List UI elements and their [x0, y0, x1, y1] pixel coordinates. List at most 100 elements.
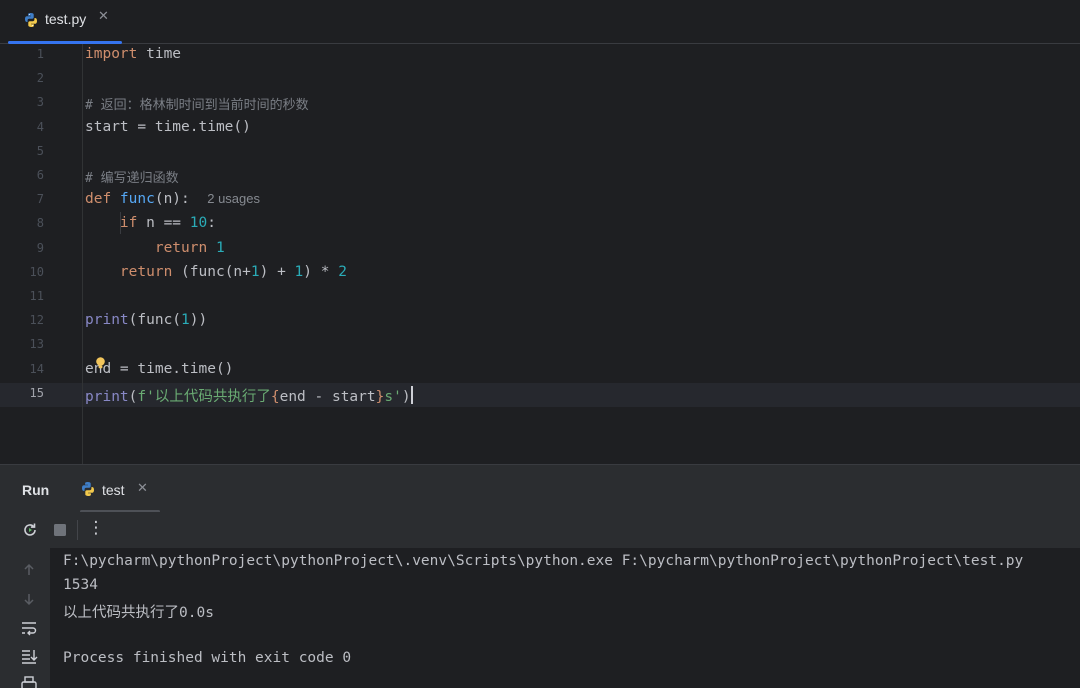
- code-line[interactable]: 11: [0, 286, 1080, 310]
- console-line: Process finished with exit code 0: [63, 649, 352, 666]
- line-number: 1: [36, 47, 44, 61]
- code-line[interactable]: 6 # 编写递归函数: [0, 165, 1080, 189]
- console-line: 1534: [63, 577, 98, 594]
- line-number: 2: [36, 71, 44, 86]
- code-line[interactable]: 14 end = time.time(): [0, 359, 1080, 383]
- toolbar-separator: [77, 520, 78, 540]
- code-token: n ==: [137, 215, 190, 232]
- gutter-divider: [82, 44, 83, 464]
- stop-icon[interactable]: [50, 520, 70, 540]
- line-number: 7: [36, 192, 44, 207]
- editor-tab-test-py[interactable]: test.py ✕: [8, 0, 122, 44]
- code-line[interactable]: 10 return (func(n+1) + 1) * 2: [0, 262, 1080, 286]
- line-number: 14: [29, 361, 44, 376]
- code-token: func: [119, 191, 155, 208]
- code-token: (n):: [154, 191, 208, 208]
- code-token: 1: [250, 263, 260, 280]
- code-token: 1: [215, 239, 225, 256]
- code-text: # 编写递归函数: [85, 167, 179, 186]
- python-file-icon: [82, 482, 94, 496]
- code-token: (func(n+: [172, 263, 251, 280]
- code-token: end - start: [279, 388, 376, 405]
- code-token: time: [137, 46, 182, 62]
- code-token: end = time.time(): [85, 360, 234, 377]
- code-token: ): [401, 388, 411, 405]
- rerun-icon[interactable]: [20, 520, 40, 540]
- scroll-up-icon[interactable]: [19, 560, 39, 580]
- console-line: F:\pycharm\pythonProject\pythonProject\.…: [63, 553, 1024, 569]
- code-line[interactable]: 9 return 1: [0, 238, 1080, 262]
- code-text: start = time.time(): [85, 119, 251, 135]
- usages-hint[interactable]: 2 usages: [207, 191, 260, 206]
- line-number: 9: [36, 240, 44, 255]
- code-token: # 返回：格林制时间到当前时间的秒数: [85, 98, 309, 114]
- code-text: if n == 10:: [85, 215, 216, 231]
- code-token: 1: [181, 312, 190, 329]
- code-text: def func(n): 2 usages: [85, 191, 260, 207]
- soft-wrap-icon[interactable]: [19, 618, 39, 638]
- code-token: print: [85, 388, 129, 405]
- code-line[interactable]: 1 import time: [0, 44, 1080, 68]
- close-icon[interactable]: ✕: [98, 9, 109, 24]
- editor-tab-label: test.py: [45, 11, 87, 27]
- run-tab-label: test: [102, 482, 125, 498]
- code-token: 10: [189, 215, 208, 232]
- line-number: 11: [29, 289, 44, 303]
- line-number: 15: [29, 385, 44, 400]
- python-file-icon: [25, 13, 37, 27]
- line-number: 5: [36, 143, 44, 158]
- code-token: return: [154, 239, 208, 256]
- code-token: {: [270, 388, 280, 405]
- code-text: return 1: [85, 240, 225, 256]
- code-token: print: [85, 312, 129, 329]
- run-title: Run: [22, 482, 50, 498]
- code-token: :: [207, 215, 216, 232]
- code-token: import: [85, 46, 138, 62]
- line-number: 3: [36, 95, 44, 110]
- console-line: 以上代码共执行了0.0s: [63, 605, 214, 622]
- code-token: 1: [294, 263, 304, 280]
- code-line[interactable]: 12 print(func(1)): [0, 310, 1080, 334]
- run-tool-window-header: Run test ✕: [0, 464, 1080, 513]
- editor-tab-bar: test.py ✕: [0, 0, 1080, 44]
- run-toolbar: ⋮: [0, 512, 1080, 548]
- code-token: if: [119, 215, 138, 232]
- code-text: print(f'以上代码共执行了{end - start}s'): [85, 385, 413, 406]
- code-line[interactable]: 5: [0, 141, 1080, 165]
- code-line[interactable]: 3 # 返回：格林制时间到当前时间的秒数: [0, 92, 1080, 116]
- line-number: 12: [29, 313, 44, 328]
- code-text: return (func(n+1) + 1) * 2: [85, 264, 347, 280]
- pycharm-window: test.py ✕ 1 import time 2 3 # 返回：格林制时间到当前时间的…: [0, 0, 1080, 688]
- code-line[interactable]: 7 def func(n): 2 usages: [0, 189, 1080, 213]
- code-line[interactable]: 8 if n == 10:: [0, 213, 1080, 237]
- run-tab-test[interactable]: test ✕: [80, 465, 160, 513]
- lightbulb-icon[interactable]: [95, 357, 106, 369]
- more-options-icon[interactable]: ⋮: [86, 518, 106, 538]
- code-line[interactable]: 2: [0, 68, 1080, 92]
- text-caret: [410, 385, 413, 404]
- console-output[interactable]: F:\pycharm\pythonProject\pythonProject\.…: [50, 548, 1080, 688]
- code-line[interactable]: 15 print(f'以上代码共执行了{end - start}s'): [0, 382, 1080, 407]
- code-token: )): [189, 312, 208, 329]
- code-token: ) +: [259, 263, 295, 280]
- code-token: (func(: [128, 312, 182, 329]
- line-number: 10: [29, 264, 44, 279]
- code-token: 2: [338, 263, 347, 280]
- scroll-down-icon[interactable]: [19, 589, 39, 609]
- code-line[interactable]: 4 start = time.time(): [0, 117, 1080, 141]
- line-number: 13: [29, 337, 44, 352]
- code-token: # 编写递归函数: [85, 171, 179, 186]
- scroll-to-end-icon[interactable]: [19, 646, 39, 666]
- print-icon[interactable]: [19, 674, 39, 688]
- code-line[interactable]: 13: [0, 334, 1080, 358]
- code-text: print(func(1)): [85, 312, 207, 328]
- code-text: import time: [85, 46, 181, 62]
- close-icon[interactable]: ✕: [137, 481, 148, 496]
- code-token: s': [384, 388, 402, 405]
- code-token: return: [119, 263, 173, 280]
- code-token: f'以上代码共执行了: [137, 388, 271, 405]
- code-editor[interactable]: 1 import time 2 3 # 返回：格林制时间到当前时间的秒数 4 start =…: [0, 44, 1080, 464]
